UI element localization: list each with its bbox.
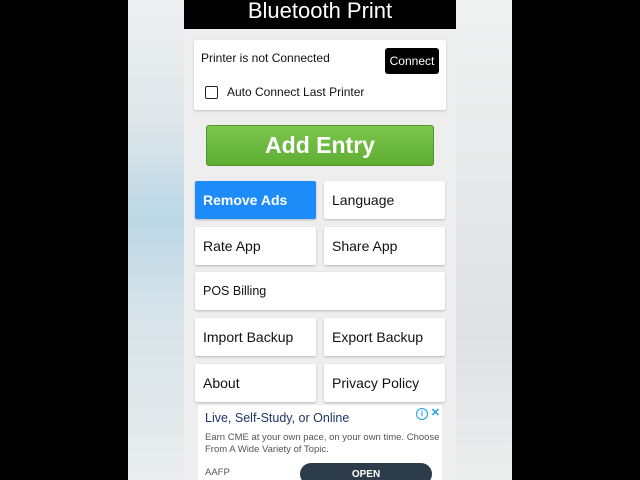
ad-open-button[interactable]: OPEN xyxy=(300,463,432,480)
title-bar: Bluetooth Print xyxy=(184,0,456,29)
language-button[interactable]: Language xyxy=(324,181,445,219)
pos-billing-button[interactable]: POS Billing xyxy=(195,272,445,310)
ad-body: Earn CME at your own pace, on your own t… xyxy=(205,432,440,455)
printer-status-text: Printer is not Connected xyxy=(201,51,330,65)
close-icon[interactable]: ✕ xyxy=(431,406,440,419)
ad-title[interactable]: Live, Self-Study, or Online xyxy=(205,411,349,425)
remove-ads-button[interactable]: Remove Ads xyxy=(195,181,316,219)
printer-status-card: Printer is not Connected Connect Auto Co… xyxy=(194,40,446,110)
share-app-button[interactable]: Share App xyxy=(324,227,445,265)
ad-advertiser: AAFP xyxy=(205,467,230,478)
auto-connect-checkbox[interactable] xyxy=(205,85,218,99)
connect-button[interactable]: Connect xyxy=(385,48,439,74)
auto-connect-label[interactable]: Auto Connect Last Printer xyxy=(227,85,364,99)
export-backup-button[interactable]: Export Backup xyxy=(324,318,445,356)
add-entry-button[interactable]: Add Entry xyxy=(206,125,434,166)
app-screen: Bluetooth Print Printer is not Connected… xyxy=(184,0,456,480)
ad-banner[interactable]: Live, Self-Study, or Online i ✕ Earn CME… xyxy=(198,405,442,480)
about-button[interactable]: About xyxy=(195,364,316,402)
import-backup-button[interactable]: Import Backup xyxy=(195,318,316,356)
app-title: Bluetooth Print xyxy=(247,0,393,23)
background-blur-left xyxy=(128,0,184,480)
privacy-policy-button[interactable]: Privacy Policy xyxy=(324,364,445,402)
info-icon[interactable]: i xyxy=(416,408,428,420)
auto-connect-row[interactable]: Auto Connect Last Printer xyxy=(205,85,364,99)
rate-app-button[interactable]: Rate App xyxy=(195,227,316,265)
background-blur-right xyxy=(456,0,512,480)
